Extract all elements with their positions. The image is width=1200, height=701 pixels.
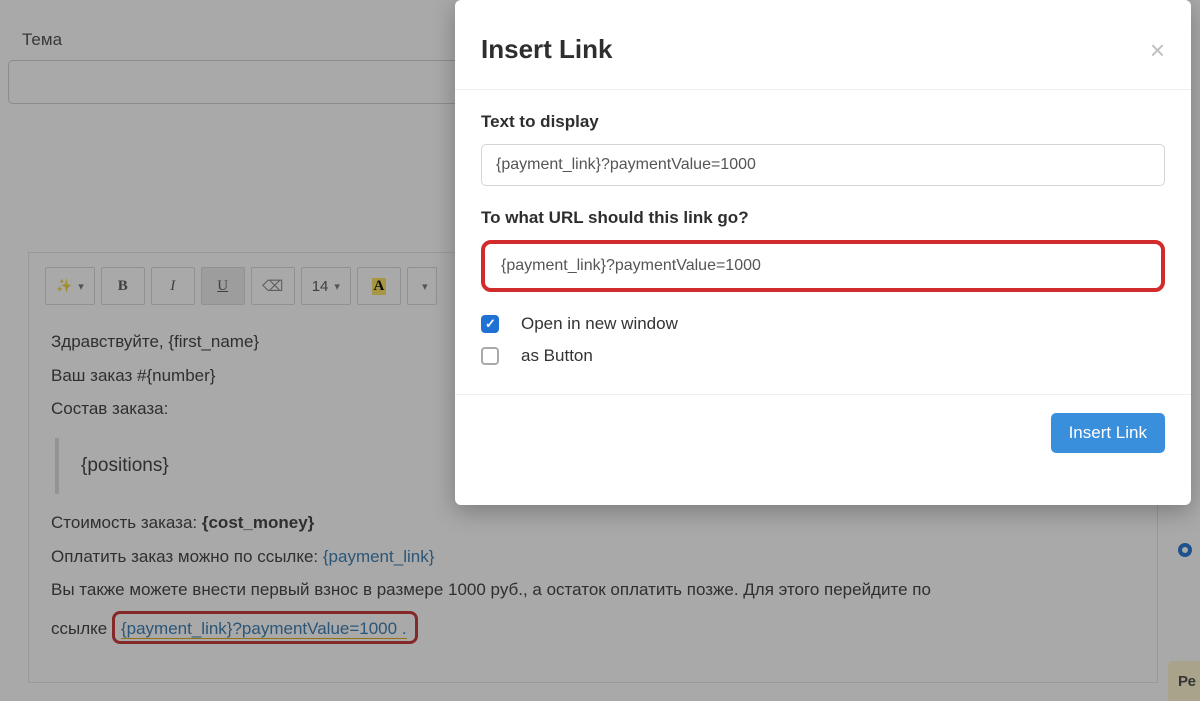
as-button-checkbox[interactable] [481,347,499,365]
url-input-highlight [481,240,1165,292]
modal-title: Insert Link [481,34,612,65]
url-input[interactable] [487,246,1159,286]
text-to-display-label: Text to display [481,112,1165,132]
url-label: To what URL should this link go? [481,208,1165,228]
close-icon[interactable]: × [1150,37,1165,63]
insert-link-modal: Insert Link × Text to display To what UR… [455,0,1191,505]
open-new-window-label: Open in new window [521,314,678,334]
text-to-display-input[interactable] [481,144,1165,186]
insert-link-button[interactable]: Insert Link [1051,413,1165,453]
as-button-label: as Button [521,346,593,366]
open-new-window-checkbox[interactable] [481,315,499,333]
